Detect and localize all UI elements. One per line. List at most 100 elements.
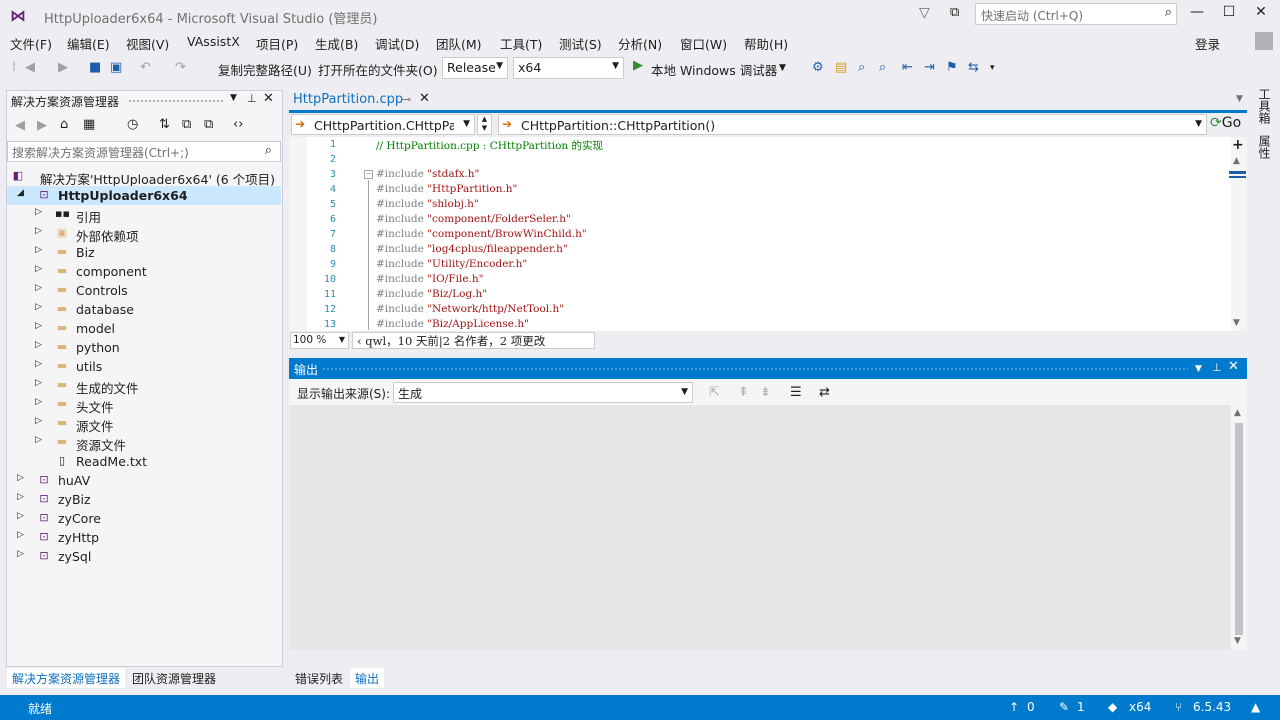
tree-item[interactable]: ▷ ▬ model <box>7 319 281 338</box>
tab-team-explorer[interactable]: 团队资源管理器 <box>126 668 222 688</box>
expand-arrow-icon[interactable]: ▷ <box>35 245 45 255</box>
pencil-icon[interactable]: ✎ <box>1059 700 1069 714</box>
tree-item[interactable]: ▷ ▬ database <box>7 300 281 319</box>
code-line[interactable]: #include "HttpPartition.h" <box>376 183 517 195</box>
toggle-word-wrap-icon[interactable]: ⇄ <box>819 385 830 400</box>
tree-item[interactable]: ▷ ⊡ zyHttp <box>7 528 281 547</box>
tree-item[interactable]: ▷ ▣ 外部依赖项 <box>7 224 281 244</box>
code-line[interactable]: #include "Utility/Encoder.h" <box>376 258 527 270</box>
goto-next-icon[interactable]: ⇥ <box>924 60 935 75</box>
tree-item[interactable]: ▷ ▬ component <box>7 262 281 281</box>
pin-tab-icon[interactable]: ⊸ <box>402 93 411 106</box>
menu-file[interactable]: 文件(F) <box>10 34 52 53</box>
goto-previous-icon[interactable]: ⇤ <box>902 60 913 75</box>
tree-item[interactable]: ▷ ▪▪ 引用 <box>7 205 281 225</box>
scroll-up-icon[interactable]: ▲ <box>1234 408 1241 418</box>
open-file-icon[interactable]: ▤ <box>835 60 847 75</box>
pin-icon[interactable]: ⊥ <box>247 92 257 105</box>
find-symbol-icon[interactable]: ⌕ <box>858 60 865 75</box>
publish-up-icon[interactable]: ↑ <box>1009 700 1019 714</box>
editor-vertical-scrollbar[interactable] <box>1231 137 1247 331</box>
close-icon[interactable]: ✕ <box>1228 359 1239 374</box>
tree-item[interactable]: ▯ ReadMe.txt <box>7 452 281 471</box>
unpublished-count[interactable]: 0 <box>1027 700 1035 714</box>
scroll-down-icon[interactable]: ▼ <box>1234 636 1241 646</box>
tree-item[interactable]: ▷ ⊡ huAV <box>7 471 281 490</box>
panel-grip[interactable] <box>128 99 223 103</box>
tree-item[interactable]: ▷ ▬ 资源文件 <box>7 433 281 453</box>
expand-arrow-icon[interactable]: ▷ <box>35 226 45 236</box>
output-text-area[interactable] <box>289 405 1231 650</box>
notification-filter-icon[interactable]: ▽ <box>919 5 935 23</box>
avatar[interactable] <box>1255 32 1273 50</box>
tab-properties[interactable]: 属性 <box>1256 135 1273 159</box>
view-code-icon[interactable]: ‹› <box>233 117 243 132</box>
collapse-arrow-icon[interactable]: ◢ <box>17 188 27 198</box>
open-containing-folder-button[interactable]: 打开所在的文件夹(O) <box>318 60 438 79</box>
tree-item[interactable]: ▷ ⊡ zyBiz <box>7 490 281 509</box>
expand-arrow-icon[interactable]: ▷ <box>17 511 27 521</box>
chevron-down-icon[interactable]: ▼ <box>779 63 786 73</box>
split-window-icon[interactable]: + <box>1232 137 1244 153</box>
close-icon[interactable]: ✕ <box>263 91 274 106</box>
repository-icon[interactable]: ◆ <box>1108 700 1117 714</box>
menu-project[interactable]: 项目(P) <box>256 34 298 53</box>
collapse-outline-icon[interactable]: − <box>364 170 373 179</box>
code-line[interactable]: // HttpPartition.cpp : CHttpPartition 的实… <box>376 138 603 153</box>
code-line[interactable]: #include "IO/File.h" <box>376 273 483 285</box>
scrollbar-thumb[interactable] <box>1235 423 1243 635</box>
tree-item[interactable]: ▷ ▬ Biz <box>7 243 281 262</box>
code-line[interactable]: #include "Biz/Log.h" <box>376 288 487 300</box>
expand-arrow-icon[interactable]: ▷ <box>35 302 45 312</box>
undo-icon[interactable]: ↶ <box>140 60 151 75</box>
expand-arrow-icon[interactable]: ▷ <box>35 340 45 350</box>
menu-tools[interactable]: 工具(T) <box>500 34 542 53</box>
class-navigation-select[interactable]: ➔ CHttpPartition.CHttpParti ▼ <box>291 114 475 135</box>
menu-view[interactable]: 视图(V) <box>126 34 169 53</box>
branch-dropdown-icon[interactable]: ▲ <box>1251 700 1260 714</box>
chevron-down-icon[interactable]: ▼ <box>230 93 237 103</box>
menu-edit[interactable]: 编辑(E) <box>67 34 110 53</box>
tree-item[interactable]: ▷ ▬ python <box>7 338 281 357</box>
go-to-message-icon[interactable]: ⇱ <box>709 385 720 400</box>
previous-message-icon[interactable]: ⇞ <box>738 385 749 400</box>
menu-team[interactable]: 团队(M) <box>436 34 482 53</box>
branch-icon[interactable]: ⑂ <box>1175 700 1182 714</box>
expand-arrow-icon[interactable]: ▷ <box>35 321 45 331</box>
play-icon[interactable]: ▶ <box>633 58 643 73</box>
bookmark-icon[interactable]: ⚑ <box>946 60 958 75</box>
tree-item[interactable]: ◢ ⊡ HttpUploader6x64 <box>7 186 281 205</box>
switch-views-icon[interactable]: ▦ <box>83 117 95 132</box>
find-references-icon[interactable]: ⌕ <box>879 60 886 75</box>
expand-arrow-icon[interactable]: ▷ <box>17 530 27 540</box>
expand-arrow-icon[interactable]: ▷ <box>35 416 45 426</box>
code-line[interactable]: #include "shlobj.h" <box>376 198 479 210</box>
scroll-down-icon[interactable]: ▼ <box>1233 318 1240 328</box>
zoom-select[interactable]: 100 % ▼ <box>290 332 349 349</box>
code-line[interactable]: #include "Network/http/NetTool.h" <box>376 303 564 315</box>
back-icon[interactable]: ◀ <box>15 118 25 133</box>
expand-arrow-icon[interactable]: ▷ <box>35 378 45 388</box>
menu-vassistx[interactable]: VAssistX <box>187 34 240 49</box>
navigate-back-icon[interactable]: ◀ <box>25 60 35 75</box>
chevron-down-icon[interactable]: ▼ <box>1195 364 1202 374</box>
menu-window[interactable]: 窗口(W) <box>680 34 727 53</box>
toolbar-overflow-icon[interactable]: ▾ <box>990 63 995 73</box>
tab-error-list[interactable]: 错误列表 <box>289 668 349 688</box>
save-icon[interactable]: ■ <box>89 60 101 75</box>
clear-all-icon[interactable]: ☰ <box>790 385 802 400</box>
split-updown-button[interactable]: ▲ ▼ <box>477 114 492 135</box>
redo-icon[interactable]: ↷ <box>175 60 186 75</box>
code-line[interactable]: #include "stdafx.h" <box>376 168 479 180</box>
go-button[interactable]: ⟳Go <box>1210 115 1241 131</box>
expand-arrow-icon[interactable]: ▷ <box>35 264 45 274</box>
start-debugging-button[interactable]: 本地 Windows 调试器 <box>651 60 777 79</box>
tab-solution-explorer[interactable]: 解决方案资源管理器 <box>7 668 126 688</box>
close-button[interactable]: ✕ <box>1246 4 1276 24</box>
tree-item[interactable]: ▷ ⊡ zySql <box>7 547 281 566</box>
feedback-icon[interactable]: ⧉ <box>950 5 968 23</box>
pending-changes-icon[interactable]: ◷ <box>127 117 138 132</box>
tab-list-dropdown-icon[interactable]: ▼ <box>1236 94 1243 104</box>
expand-arrow-icon[interactable]: ▷ <box>35 397 45 407</box>
expand-arrow-icon[interactable]: ▷ <box>35 435 45 445</box>
